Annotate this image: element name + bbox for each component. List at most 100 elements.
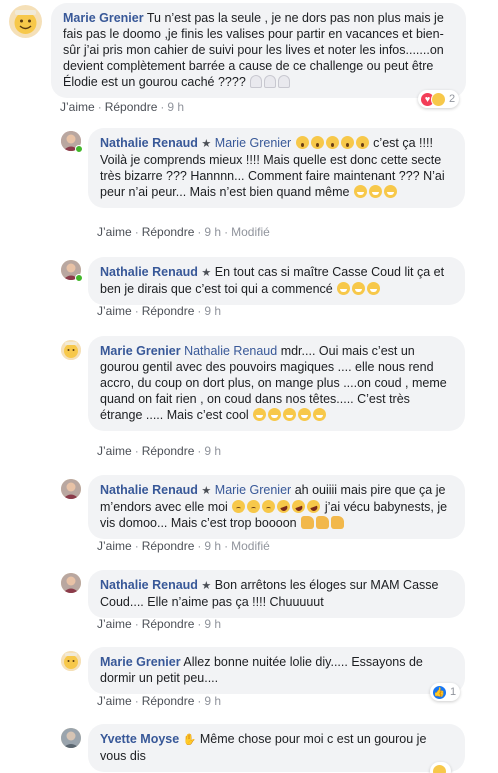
- grin-emoji-icon: [283, 408, 297, 421]
- haha-reaction-icon: [432, 763, 447, 773]
- comment-bubble: Marie Grenier Tu n’est pas la seule , je…: [51, 3, 466, 98]
- comment-1: Marie Grenier Tu n’est pas la seule , je…: [0, 0, 498, 118]
- avatar-yvette-moyse[interactable]: [61, 728, 81, 748]
- grin-emoji-icon: [298, 408, 312, 421]
- timestamp[interactable]: 9 h: [204, 539, 221, 553]
- timestamp[interactable]: 9 h: [167, 100, 184, 114]
- thumbs-up-emoji-icon: [331, 516, 345, 529]
- reply-7: Yvette Moyse ✋ Même chose pour moi c est…: [0, 722, 498, 773]
- reply-3: Marie Grenier Nathalie Renaud mdr.... Ou…: [0, 334, 498, 462]
- timestamp[interactable]: 9 h: [204, 225, 221, 239]
- comment-author[interactable]: Yvette Moyse: [100, 732, 179, 746]
- comment-author[interactable]: Nathalie Renaud: [100, 265, 198, 279]
- grin-emoji-icon: [337, 282, 351, 295]
- comment-actions: J’aime · Répondre · 9 h: [60, 100, 185, 114]
- reaction-summary[interactable]: ♥ 2: [418, 90, 460, 108]
- reply-link[interactable]: Répondre: [142, 304, 195, 318]
- ghost-emoji-icon: [278, 75, 291, 88]
- reaction-count: 2: [449, 93, 456, 105]
- like-link[interactable]: J’aime: [97, 444, 132, 458]
- like-link[interactable]: J’aime: [97, 225, 132, 239]
- edited-label[interactable]: Modifié: [231, 225, 270, 239]
- online-status-icon: [75, 145, 83, 153]
- comment-bubble: Nathalie Renaud ★ Marie Grenier ah ouiii…: [88, 475, 465, 539]
- like-link[interactable]: J’aime: [97, 617, 132, 631]
- emoji-avatar-icon: [14, 10, 37, 34]
- like-link[interactable]: J’aime: [97, 304, 132, 318]
- grin-emoji-icon: [352, 282, 366, 295]
- top-fan-badge-icon: ★: [201, 138, 212, 150]
- profile-photo-icon: [61, 479, 81, 499]
- reply-6: Marie Grenier Allez bonne nuitée lolie d…: [0, 645, 498, 715]
- comment-author[interactable]: Nathalie Renaud: [100, 136, 198, 150]
- edited-label[interactable]: Modifié: [231, 539, 270, 553]
- profile-photo-icon: [61, 728, 81, 748]
- wow-emoji-icon: [355, 136, 369, 149]
- laugh-emoji-icon: [275, 498, 293, 515]
- comment-bubble: Nathalie Renaud ★ Marie Grenier c’est ça…: [88, 128, 465, 208]
- profile-photo-icon: [61, 573, 81, 593]
- wow-emoji-icon: [325, 136, 339, 149]
- reply-4: Nathalie Renaud ★ Marie Grenier ah ouiii…: [0, 473, 498, 557]
- grin-emoji-icon: [383, 185, 397, 198]
- reply-link[interactable]: Répondre: [142, 617, 195, 631]
- like-link[interactable]: J’aime: [60, 100, 95, 114]
- comment-author[interactable]: Nathalie Renaud: [100, 578, 198, 592]
- thumbs-up-emoji-icon: [301, 516, 315, 529]
- top-fan-badge-icon: ★: [201, 485, 212, 497]
- top-fan-badge-icon: ★: [201, 267, 212, 279]
- comment-bubble: Nathalie Renaud ★ En tout cas si maître …: [88, 257, 465, 305]
- online-status-icon: [75, 274, 83, 282]
- like-link[interactable]: J’aime: [97, 539, 132, 553]
- comment-author[interactable]: Marie Grenier: [63, 11, 144, 25]
- like-reaction-icon: 👍: [432, 684, 447, 700]
- comment-bubble: Marie Grenier Nathalie Renaud mdr.... Ou…: [88, 336, 465, 431]
- like-link[interactable]: J’aime: [97, 694, 132, 708]
- timestamp[interactable]: 9 h: [204, 617, 221, 631]
- reply-link[interactable]: Répondre: [142, 225, 195, 239]
- comment-author[interactable]: Nathalie Renaud: [100, 483, 198, 497]
- mention[interactable]: Marie Grenier: [215, 483, 291, 497]
- timestamp[interactable]: 9 h: [204, 694, 221, 708]
- reply-link[interactable]: Répondre: [105, 100, 158, 114]
- mention[interactable]: Marie Grenier: [215, 136, 291, 150]
- reaction-summary[interactable]: 👍 1: [430, 683, 461, 701]
- reply-link[interactable]: Répondre: [142, 694, 195, 708]
- avatar-nathalie-renaud[interactable]: [61, 573, 81, 593]
- timestamp[interactable]: 9 h: [204, 304, 221, 318]
- comment-bubble: Yvette Moyse ✋ Même chose pour moi c est…: [88, 724, 465, 772]
- comment-actions: J’aime · Répondre · 9 h · Modifié: [97, 539, 270, 553]
- ghost-emoji-icon: [250, 75, 263, 88]
- comment-author[interactable]: Marie Grenier: [100, 655, 181, 669]
- grin-emoji-icon: [367, 282, 381, 295]
- grin-emoji-icon: [268, 408, 282, 421]
- comment-actions: J’aime · Répondre · 9 h: [97, 444, 222, 458]
- avatar-marie-grenier[interactable]: [9, 5, 42, 38]
- avatar-marie-grenier[interactable]: [61, 651, 81, 671]
- laugh-emoji-icon: [290, 498, 308, 515]
- comment-actions: J’aime · Répondre · 9 h · Modifié: [97, 225, 270, 239]
- thumbs-up-emoji-icon: [316, 516, 330, 529]
- emoji-avatar-icon: [61, 340, 81, 360]
- reaction-summary[interactable]: [430, 762, 451, 773]
- reply-5: Nathalie Renaud ★ Bon arrêtons les éloge…: [0, 568, 498, 634]
- reply-2: Nathalie Renaud ★ En tout cas si maître …: [0, 253, 498, 323]
- comment-author[interactable]: Marie Grenier: [100, 344, 181, 358]
- emoji-avatar-icon: [61, 651, 81, 671]
- avatar-nathalie-renaud[interactable]: [61, 479, 81, 499]
- avatar-marie-grenier[interactable]: [61, 340, 81, 360]
- sad-emoji-icon: [232, 500, 246, 513]
- grin-emoji-icon: [253, 408, 267, 421]
- timestamp[interactable]: 9 h: [204, 444, 221, 458]
- wow-emoji-icon: [340, 136, 354, 149]
- sad-emoji-icon: [247, 500, 261, 513]
- comment-bubble: Marie Grenier Allez bonne nuitée lolie d…: [88, 647, 465, 694]
- comment-actions: J’aime · Répondre · 9 h: [97, 694, 222, 708]
- grin-emoji-icon: [353, 185, 367, 198]
- reply-link[interactable]: Répondre: [142, 539, 195, 553]
- wow-emoji-icon: [295, 136, 309, 149]
- reply-link[interactable]: Répondre: [142, 444, 195, 458]
- top-fan-badge-icon: ★: [201, 580, 212, 592]
- wow-emoji-icon: [310, 136, 324, 149]
- mention[interactable]: Nathalie Renaud: [184, 344, 277, 358]
